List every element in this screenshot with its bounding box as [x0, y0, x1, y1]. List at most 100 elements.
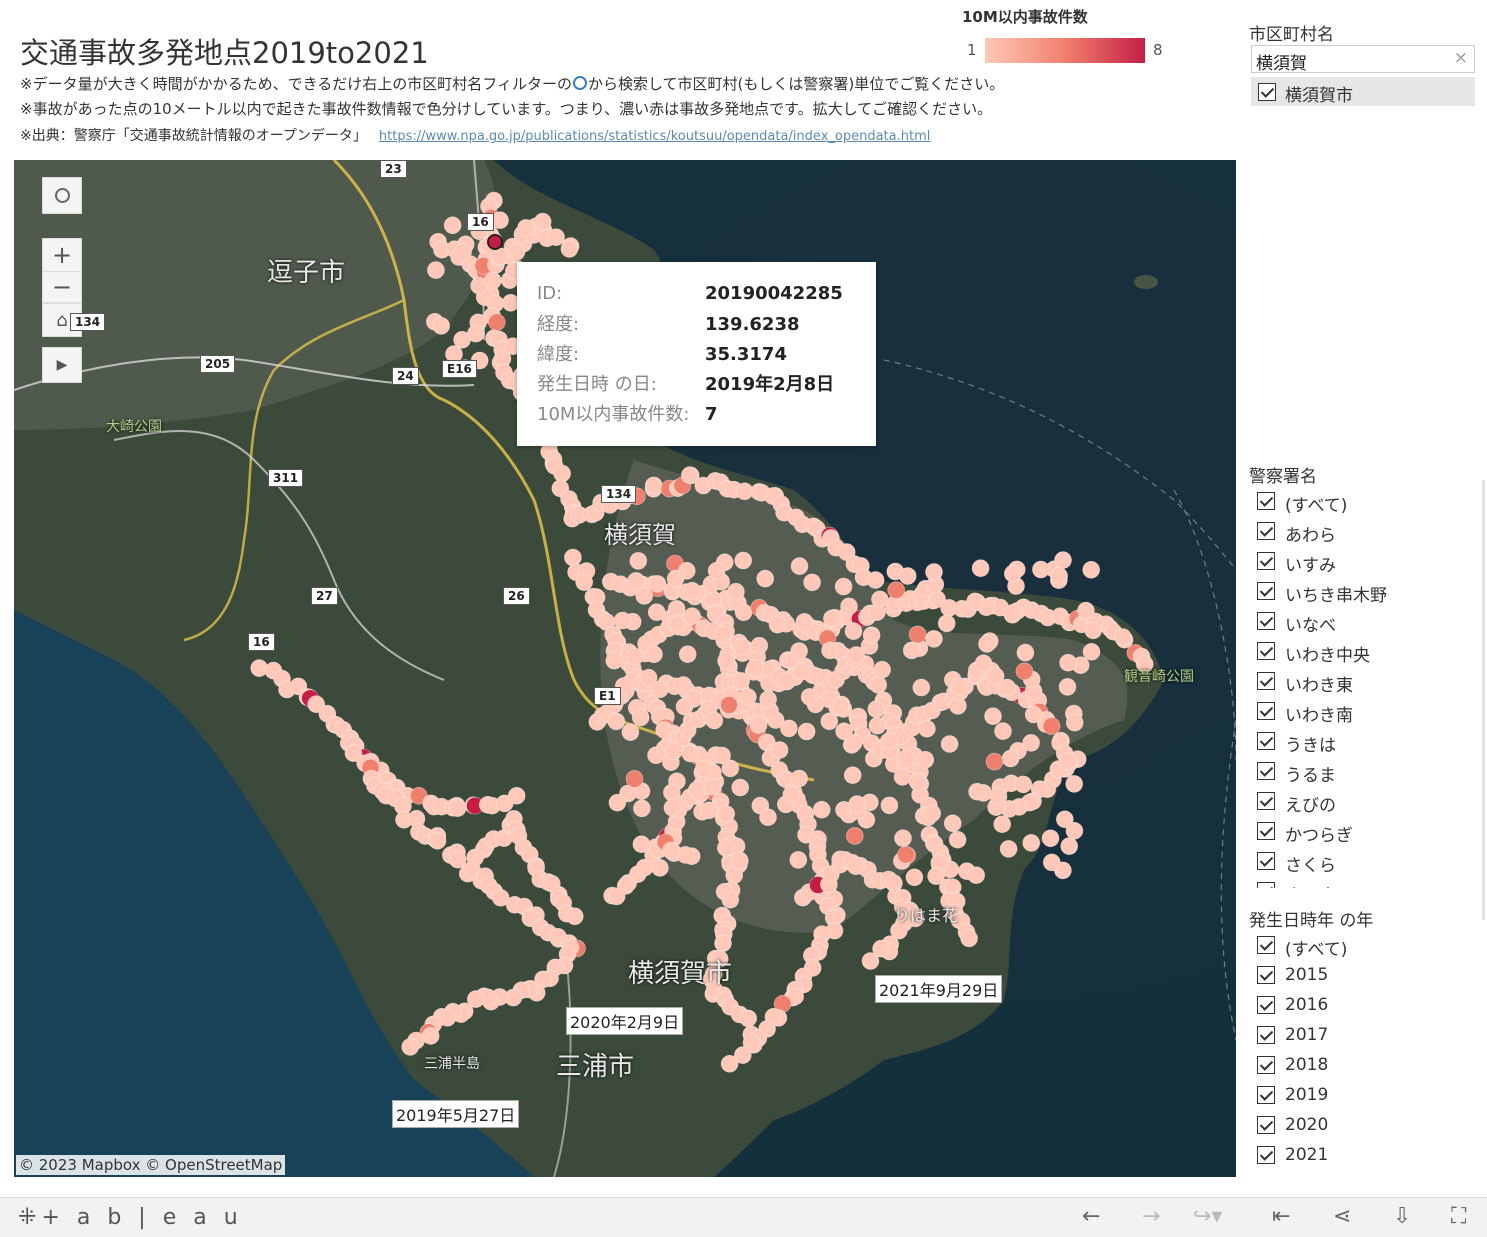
accident-point[interactable] — [1050, 567, 1068, 585]
accident-point[interactable] — [1003, 604, 1022, 622]
accident-point[interactable] — [717, 652, 735, 670]
accident-point[interactable] — [1022, 834, 1041, 852]
checkbox-checked[interactable] — [1257, 1086, 1275, 1104]
accident-point[interactable] — [768, 615, 787, 634]
accident-point[interactable] — [487, 313, 506, 332]
accident-point[interactable] — [879, 732, 898, 751]
accident-point[interactable] — [675, 697, 694, 716]
accident-point[interactable] — [645, 645, 663, 664]
accident-point[interactable] — [663, 783, 681, 802]
accident-point[interactable] — [553, 464, 571, 483]
accident-point[interactable] — [909, 773, 927, 792]
accident-point[interactable] — [605, 651, 624, 670]
accident-point[interactable] — [700, 801, 719, 820]
accident-point[interactable] — [968, 782, 986, 801]
checkbox-checked[interactable] — [1257, 882, 1275, 888]
accident-point[interactable] — [547, 228, 565, 246]
accident-point[interactable] — [756, 569, 775, 588]
accident-point[interactable] — [797, 722, 816, 741]
accident-point[interactable] — [960, 929, 978, 948]
accident-point[interactable] — [770, 741, 789, 759]
accident-point[interactable] — [750, 636, 769, 655]
accident-point[interactable] — [1084, 621, 1102, 640]
accident-point[interactable] — [840, 597, 858, 616]
fullscreen-icon[interactable]: ⛶ — [1451, 1204, 1466, 1229]
police-option[interactable]: さくら — [1249, 846, 1479, 876]
accident-point[interactable] — [667, 600, 686, 618]
accident-point[interactable] — [651, 680, 669, 699]
first-icon[interactable]: ⇤ — [1272, 1204, 1290, 1229]
accident-point[interactable] — [1059, 653, 1077, 672]
accident-point[interactable] — [720, 1054, 739, 1073]
city-search-input[interactable]: 横須賀 × — [1251, 45, 1475, 74]
police-option[interactable]: かつらぎ — [1249, 816, 1479, 846]
accident-point[interactable] — [714, 934, 732, 953]
police-option[interactable]: いわき東 — [1249, 666, 1479, 696]
accident-point[interactable] — [869, 676, 888, 694]
accident-point[interactable] — [943, 814, 962, 833]
accident-point[interactable] — [631, 708, 650, 727]
accident-point[interactable] — [1016, 643, 1035, 662]
accident-point[interactable] — [749, 716, 768, 734]
police-option[interactable]: いなべ — [1249, 606, 1479, 636]
year-option[interactable]: 2021 — [1249, 1140, 1479, 1170]
accident-point[interactable] — [790, 557, 809, 575]
accident-point[interactable] — [994, 722, 1012, 740]
year-filter-list[interactable]: (すべて) 2015 2016 2017 2018 2019 2020 2021 — [1249, 930, 1479, 1175]
accident-point[interactable] — [916, 750, 935, 769]
accident-point[interactable] — [627, 572, 645, 590]
accident-point[interactable] — [1082, 560, 1100, 579]
accident-point[interactable] — [978, 635, 996, 653]
accident-point[interactable] — [1077, 601, 1095, 620]
accident-point[interactable] — [713, 746, 731, 765]
accident-point[interactable] — [905, 868, 924, 887]
accident-point[interactable] — [937, 614, 956, 633]
accident-point[interactable] — [608, 793, 627, 812]
accident-point[interactable] — [848, 795, 866, 813]
accident-point[interactable] — [625, 647, 644, 666]
accident-point[interactable] — [823, 609, 841, 628]
accident-point[interactable] — [443, 216, 462, 235]
accident-point[interactable] — [717, 805, 736, 823]
accident-point[interactable] — [866, 571, 885, 589]
city-option-yokosuka[interactable]: 横須賀市 — [1251, 77, 1475, 106]
accident-point[interactable] — [731, 778, 750, 797]
accident-point[interactable] — [812, 800, 831, 819]
accident-point[interactable] — [777, 672, 796, 691]
accident-point[interactable] — [927, 867, 945, 885]
accident-point[interactable] — [678, 645, 697, 664]
accident-point[interactable] — [835, 722, 853, 741]
checkbox-checked[interactable] — [1257, 492, 1275, 510]
annotation-2020-02-09[interactable]: 2020年2月9日 — [566, 1007, 684, 1035]
accident-point[interactable] — [803, 573, 821, 592]
accident-point[interactable] — [564, 548, 582, 567]
accident-point[interactable] — [902, 641, 921, 660]
accident-point[interactable] — [732, 637, 751, 656]
accident-point[interactable] — [843, 766, 862, 785]
accident-point[interactable] — [894, 829, 912, 848]
accident-point[interactable] — [648, 575, 667, 593]
accident-point[interactable] — [999, 840, 1018, 858]
checkbox-checked[interactable] — [1257, 1146, 1275, 1164]
police-option[interactable]: いわき南 — [1249, 696, 1479, 726]
accident-point[interactable] — [1003, 564, 1022, 583]
accident-point[interactable] — [1113, 628, 1132, 646]
checkbox-checked[interactable] — [1257, 732, 1275, 750]
accident-point[interactable] — [867, 700, 886, 719]
accident-point[interactable] — [483, 271, 502, 290]
accident-point[interactable] — [782, 785, 801, 804]
accident-point[interactable] — [793, 662, 811, 681]
accident-point[interactable] — [428, 831, 447, 850]
accident-point[interactable] — [713, 626, 732, 644]
checkbox-checked[interactable] — [1258, 83, 1276, 101]
accident-point[interactable] — [834, 577, 853, 596]
checkbox-checked[interactable] — [1257, 1116, 1275, 1134]
accident-point[interactable] — [517, 219, 535, 237]
accident-point[interactable] — [739, 688, 757, 706]
accident-point[interactable] — [984, 707, 1002, 726]
accident-point[interactable] — [989, 787, 1008, 806]
year-option[interactable]: 2018 — [1249, 1050, 1479, 1080]
accident-point[interactable] — [651, 859, 669, 877]
annotation-2021-09-29[interactable]: 2021年9月29日 — [875, 975, 1003, 1003]
checkbox-checked[interactable] — [1257, 996, 1275, 1014]
